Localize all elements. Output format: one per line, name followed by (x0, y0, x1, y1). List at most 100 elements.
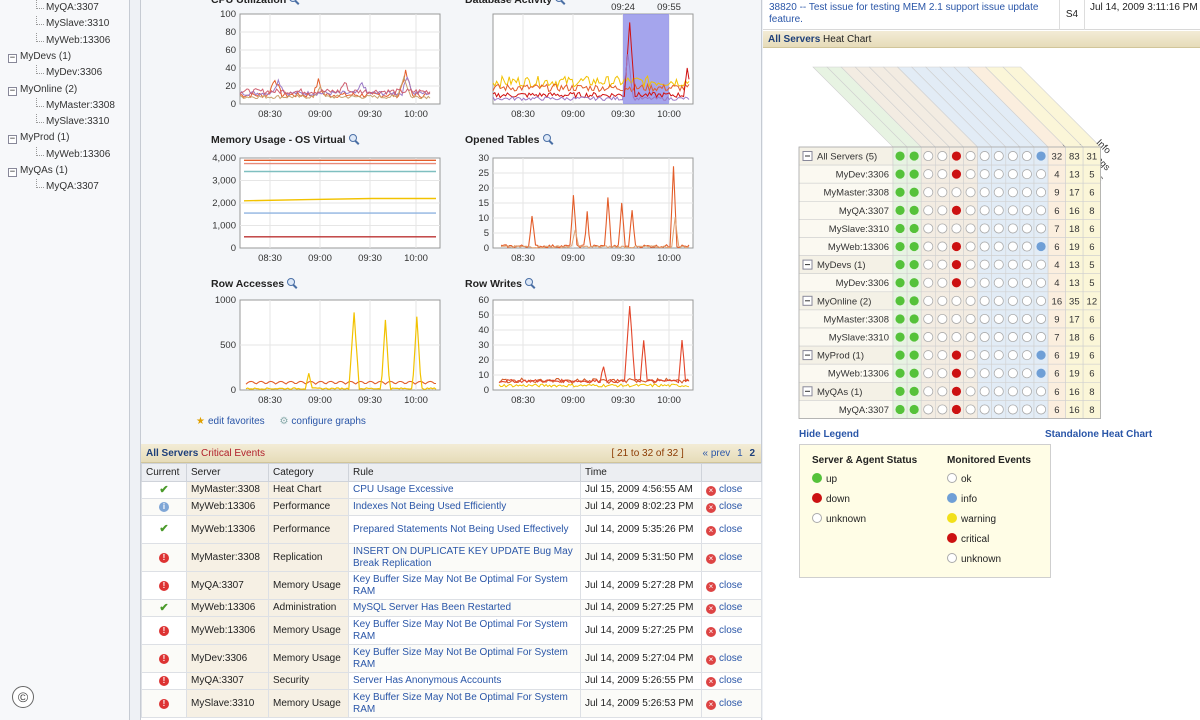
graph-title-text: Row Writes (465, 278, 522, 290)
magnifier-icon[interactable] (287, 278, 297, 288)
unknown-dot (979, 313, 990, 324)
unknown-dot (1007, 350, 1018, 361)
graph-title-db: Database Activity (465, 0, 565, 6)
heat-server-row[interactable]: MyMaster:3308 9 17 6 (798, 182, 1101, 202)
close-event-button[interactable]: × close (706, 524, 742, 536)
unknown-dot (993, 368, 1004, 379)
events-col-header[interactable]: Category (268, 463, 349, 482)
magnifier-icon[interactable] (289, 0, 299, 4)
events-col-header[interactable]: Current (141, 463, 187, 482)
close-icon: × (706, 525, 716, 536)
heat-server-row[interactable]: MyWeb:13306 6 19 6 (798, 237, 1101, 256)
heat-server-row[interactable]: MyQA:3307 6 16 8 (798, 201, 1101, 220)
edit-favorites-link[interactable]: edit favorites (208, 416, 265, 427)
unknown-dot (937, 386, 948, 397)
heat-server-row[interactable]: MyDev:3306 4 13 5 (798, 164, 1101, 184)
magnifier-icon[interactable] (348, 134, 359, 144)
info-dot (1036, 350, 1046, 360)
heat-server-row[interactable]: MySlave:3310 7 18 6 (798, 219, 1101, 238)
prev-page-link[interactable]: « prev (703, 448, 731, 459)
unknown-dot (1036, 404, 1047, 415)
unknown-dot (1007, 223, 1018, 234)
x-tick-label: 09:30 (611, 109, 635, 120)
event-rule-link[interactable]: INSERT ON DUPLICATE KEY UPDATE Bug May B… (348, 543, 581, 572)
events-col-header[interactable]: Time (580, 463, 702, 482)
legend-label: unknown (826, 514, 867, 525)
event-rule-link[interactable]: Indexes Not Being Used Efficiently (348, 498, 581, 516)
event-count: 7 (1054, 224, 1059, 235)
close-event-button[interactable]: × close (706, 652, 743, 665)
close-event-button[interactable]: × close (706, 552, 742, 564)
heat-server-row[interactable]: MyWeb:13306 6 19 6 (798, 363, 1101, 383)
heat-server-row[interactable]: MyMaster:3308 9 17 6 (798, 309, 1101, 329)
close-event-button[interactable]: × close (706, 625, 742, 637)
graph-db[interactable]: 08:30 09:00 09:30 10:00 09:24 09:55 (492, 2, 694, 120)
unknown-dot (979, 277, 990, 288)
close-event-button[interactable]: × close (706, 602, 742, 614)
close-icon: × (706, 699, 716, 710)
heat-server-row[interactable]: MyDev:3306 4 13 5 (798, 273, 1101, 293)
graph-mem[interactable]: 4,000 3,000 2,000 1,000 0 08:30 09:00 09:30 10:0… (212, 153, 441, 264)
heat-group-row[interactable]: MyOnline (2) 16 35 12 (798, 291, 1101, 311)
u-legend-dot (947, 553, 957, 563)
x-tick-label: 08:30 (511, 395, 535, 406)
x-tick-label: 09:30 (611, 395, 635, 406)
heat-group-row[interactable]: MyQAs (1) 6 16 8 (798, 381, 1101, 401)
x-tick-label: 10:00 (404, 253, 428, 264)
graph-rowacc[interactable]: 1000 500 0 08:30 09:00 09:30 10:00 (215, 295, 441, 406)
heat-group-row[interactable]: MyProd (1) 6 19 6 (798, 345, 1101, 365)
graph-title-mem: Memory Usage - OS Virtual (211, 134, 359, 146)
graph-cpu[interactable]: 100 80 60 40 20 0 08:30 09:00 09:30 10:00 (220, 9, 441, 120)
unknown-dot (1021, 259, 1032, 270)
event-rule-link[interactable]: Key Buffer Size May Not Be Optimal For S… (348, 689, 581, 718)
events-col-header[interactable]: Server (186, 463, 269, 482)
status-up-dot (895, 187, 905, 197)
x-tick-label: 09:30 (358, 109, 382, 120)
close-event-button[interactable]: × close (706, 484, 742, 496)
close-label: close (719, 675, 743, 686)
close-event-button[interactable]: × close (706, 501, 742, 513)
issue-link[interactable]: 38820 -- Test issue for testing MEM 2.1 … (769, 2, 1057, 26)
legend-left-title: Server & Agent Status (812, 455, 918, 466)
unknown-dot (937, 368, 948, 379)
events-col-header[interactable]: Rule (348, 463, 581, 482)
close-event-button[interactable]: × close (706, 580, 742, 592)
magnifier-icon[interactable] (542, 134, 553, 144)
event-rule-link[interactable]: Server Has Anonymous Accounts (348, 672, 581, 690)
magnifier-icon[interactable] (524, 278, 535, 288)
events-col-header[interactable] (701, 463, 762, 482)
magnifier-icon[interactable] (555, 0, 565, 4)
standalone-heatchart-link[interactable]: Standalone Heat Chart (1045, 429, 1152, 440)
unknown-dot (1007, 368, 1018, 379)
event-rule-link[interactable]: CPU Usage Excessive (348, 481, 581, 499)
event-rule-link[interactable]: MySQL Server Has Been Restarted (348, 599, 581, 617)
event-rule-link[interactable]: Key Buffer Size May Not Be Optimal For S… (348, 616, 581, 645)
unknown-dot (993, 259, 1004, 270)
status-up-dot (909, 368, 919, 378)
hide-legend-link[interactable]: Hide Legend (799, 429, 859, 440)
graph-rowwr[interactable]: 60 50 40 30 20 10 0 08:30 09:00 09:30 10:00 (478, 295, 694, 406)
heat-server-row[interactable]: MyQA:3307 6 16 8 (798, 400, 1101, 419)
configure-graphs-link[interactable]: configure graphs (291, 416, 366, 427)
info-dot (1036, 368, 1046, 378)
heat-group-row[interactable]: All Servers (5) 32 83 31 (798, 146, 1101, 166)
heat-group-row[interactable]: MyDevs (1) 4 13 5 (798, 255, 1101, 275)
event-count: 6 (1054, 387, 1059, 398)
event-rule-link[interactable]: Key Buffer Size May Not Be Optimal For S… (348, 571, 581, 600)
legend-item: up (812, 473, 837, 485)
unknown-dot (1007, 151, 1018, 162)
graph-tables[interactable]: 30 25 20 15 10 5 0 08:30 09:00 09:30 10:00 (478, 153, 694, 264)
event-rule-link[interactable]: Key Buffer Size May Not Be Optimal For S… (348, 644, 581, 673)
legend-item: critical (947, 533, 989, 545)
unknown-dot (965, 241, 976, 252)
critical-dot (951, 368, 962, 378)
page-1-link[interactable]: 1 (737, 448, 743, 459)
close-label: close (719, 652, 743, 664)
close-event-button[interactable]: × close (706, 675, 743, 687)
status-up-dot (895, 332, 905, 342)
heat-server-row[interactable]: MySlave:3310 7 18 6 (798, 327, 1101, 347)
info-legend-dot (947, 493, 957, 503)
close-event-button[interactable]: × close (706, 698, 742, 710)
event-count: 9 (1054, 314, 1059, 325)
event-rule-link[interactable]: Prepared Statements Not Being Used Effec… (348, 515, 581, 544)
